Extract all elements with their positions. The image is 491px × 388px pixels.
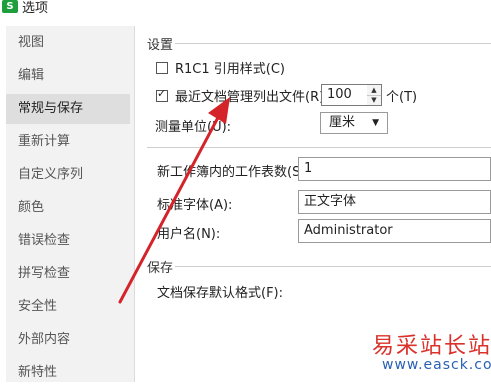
settings-inner-divider	[147, 147, 491, 148]
standard-font-label: 标准字体(A):	[157, 198, 233, 213]
sidebar-item-spell-check[interactable]: 拼写检查	[6, 259, 130, 289]
default-format-label: 文档保存默认格式(F):	[157, 286, 284, 301]
checkmark-icon: ✓	[157, 87, 167, 100]
settings-divider	[175, 43, 491, 44]
sidebar-item-edit[interactable]: 编辑	[6, 61, 130, 91]
recent-files-label: 最近文档管理列出文件(R):	[175, 90, 329, 105]
sheets-count-label: 新工作簿内的工作表数(S):	[157, 165, 310, 180]
recent-files-unit: 个(T)	[386, 90, 418, 105]
watermark-site-url: www.easck.com	[382, 357, 491, 373]
username-input[interactable]: Administrator	[298, 219, 491, 243]
sidebar-item-security[interactable]: 安全性	[6, 292, 130, 322]
measure-unit-select[interactable]: 厘米 ▼	[320, 112, 388, 134]
chevron-down-icon: ▼	[372, 118, 379, 128]
sidebar-item-recalculate[interactable]: 重新计算	[6, 127, 130, 157]
sheets-count-input[interactable]: 1	[298, 157, 491, 181]
save-divider	[175, 266, 491, 267]
standard-font-input[interactable]: 正文字体	[298, 190, 491, 214]
sidebar-item-general-save[interactable]: 常规与保存	[6, 94, 130, 124]
measure-unit-label: 测量单位(U):	[155, 120, 232, 135]
sidebar-item-custom-lists[interactable]: 自定义序列	[6, 160, 130, 190]
username-label: 用户名(N):	[157, 227, 221, 242]
measure-unit-value: 厘米	[329, 115, 356, 130]
sidebar-item-color[interactable]: 颜色	[6, 193, 130, 223]
recent-files-checkbox[interactable]: ✓	[156, 87, 168, 102]
r1c1-label: R1C1 引用样式(C)	[175, 62, 286, 77]
sidebar-item-error-checking[interactable]: 错误检查	[6, 226, 130, 256]
dialog-title: 选项	[22, 1, 49, 16]
r1c1-checkbox[interactable]	[156, 62, 168, 74]
options-sidebar: 视图 编辑 常规与保存 重新计算 自定义序列 颜色 错误检查 拼写检查 安全性 …	[6, 26, 135, 382]
settings-section-title: 设置	[147, 38, 174, 53]
watermark-site-name: 易采站长站	[372, 334, 491, 359]
spin-down-icon[interactable]: ▼	[367, 95, 381, 105]
wps-app-icon: S	[2, 0, 18, 13]
sidebar-item-view[interactable]: 视图	[6, 28, 130, 58]
sidebar-item-new-features[interactable]: 新特性	[6, 358, 130, 388]
sidebar-item-external-content[interactable]: 外部内容	[6, 325, 130, 355]
recent-files-spinner: ▲ ▼	[367, 84, 382, 106]
save-section-title: 保存	[147, 261, 174, 276]
title-bar: S 选项	[0, 0, 491, 16]
